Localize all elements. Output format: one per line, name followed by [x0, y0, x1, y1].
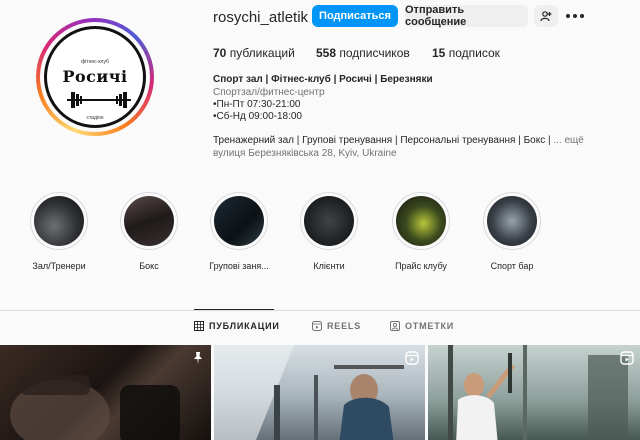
highlight-cover — [34, 196, 84, 246]
bio-description-text: Тренажерний зал | Групові тренування | П… — [213, 135, 551, 146]
highlight-label: Клієнти — [313, 261, 345, 271]
post-thumbnail[interactable] — [428, 345, 640, 440]
posts-count: 70 публикаций — [213, 46, 295, 60]
tab-tagged-label: ОТМЕТКИ — [405, 321, 455, 331]
tab-posts-label: ПУБЛИКАЦИИ — [209, 321, 280, 331]
following-count-label: подписок — [448, 46, 500, 60]
profile-avatar[interactable]: фітнес-клуб Росичі стадіон — [36, 18, 154, 136]
add-user-icon — [540, 11, 552, 22]
highlight-ring — [120, 192, 178, 250]
highlight-sport-bar[interactable]: Спорт бар — [467, 192, 557, 271]
highlight-label: Групові заня... — [209, 261, 269, 271]
highlight-ring — [210, 192, 268, 250]
tab-posts[interactable]: ПУБЛИКАЦИИ — [194, 321, 280, 331]
highlight-label: Прайс клубу — [395, 261, 447, 271]
highlight-cover — [304, 196, 354, 246]
post-image — [214, 345, 404, 440]
followers-count-label: подписчиков — [339, 46, 410, 60]
highlight-label: Бокс — [139, 261, 159, 271]
tab-reels-label: REELS — [327, 321, 362, 331]
highlight-label: Спорт бар — [490, 261, 534, 271]
more-icon-dot — [580, 14, 584, 18]
posts-count-value: 70 — [213, 46, 227, 60]
highlight-ring — [392, 192, 450, 250]
profile-username: rosychi_atletik — [213, 9, 309, 26]
bio-address[interactable]: вулиця Березняківська 28, Kyiv, Ukraine — [213, 147, 397, 160]
highlight-cover — [487, 196, 537, 246]
highlight-ring — [30, 192, 88, 250]
more-icon-dot — [566, 14, 570, 18]
highlight-klienty[interactable]: Клієнти — [284, 192, 374, 271]
bio-name: Спорт зал | Фітнес-клуб | Росичі | Берез… — [213, 74, 433, 85]
avatar-brand-text: Росичі — [62, 67, 128, 86]
reels-icon — [312, 321, 322, 331]
follow-button[interactable]: Подписаться — [312, 5, 398, 27]
bio-hours-weekend: •Сб-Нд 09:00-18:00 — [213, 111, 302, 122]
avatar-top-text: фітнес-клуб — [81, 59, 109, 65]
highlight-prais[interactable]: Прайс клубу — [376, 192, 466, 271]
following-count-value: 15 — [432, 46, 446, 60]
following-count[interactable]: 15 подписок — [432, 46, 500, 60]
reels-badge-icon — [620, 351, 634, 365]
avatar-ring-gap: фітнес-клуб Росичі стадіон — [40, 22, 150, 132]
highlight-cover — [124, 196, 174, 246]
post-thumbnail[interactable] — [214, 345, 425, 440]
highlight-ring — [483, 192, 541, 250]
highlight-grupovi[interactable]: Групові заня... — [194, 192, 284, 271]
avatar-logo: фітнес-клуб Росичі стадіон — [44, 26, 146, 128]
post-image — [448, 345, 628, 440]
highlight-cover — [396, 196, 446, 246]
tab-tagged[interactable]: ОТМЕТКИ — [390, 321, 454, 331]
highlight-label: Зал/Тренери — [32, 261, 86, 271]
post-image — [10, 375, 180, 440]
bio-description: Тренажерний зал | Групові тренування | П… — [213, 134, 584, 147]
followers-count-value: 558 — [316, 46, 337, 60]
highlight-ring — [300, 192, 358, 250]
avatar-bottom-text: стадіон — [86, 115, 104, 121]
tab-reels[interactable]: REELS — [312, 321, 361, 331]
reels-badge-icon — [405, 351, 419, 365]
pin-icon — [194, 352, 202, 364]
grid-icon — [194, 321, 204, 331]
suggest-users-button[interactable] — [534, 5, 558, 27]
more-options-button[interactable] — [566, 9, 584, 23]
post-thumbnail[interactable] — [0, 345, 211, 440]
tagged-icon — [390, 321, 400, 331]
posts-count-label: публикаций — [229, 46, 295, 60]
barbell-icon — [67, 92, 131, 108]
highlight-boks[interactable]: Бокс — [104, 192, 194, 271]
highlight-cover — [214, 196, 264, 246]
highlight-zal-trenery[interactable]: Зал/Тренери — [14, 192, 104, 271]
message-button[interactable]: Отправить сообщение — [405, 4, 528, 28]
tabs-divider — [0, 310, 640, 311]
active-tab-indicator — [194, 309, 274, 310]
bio-more-link[interactable]: ... ещё — [553, 135, 583, 146]
followers-count[interactable]: 558 подписчиков — [316, 46, 410, 60]
more-icon-dot — [573, 14, 577, 18]
